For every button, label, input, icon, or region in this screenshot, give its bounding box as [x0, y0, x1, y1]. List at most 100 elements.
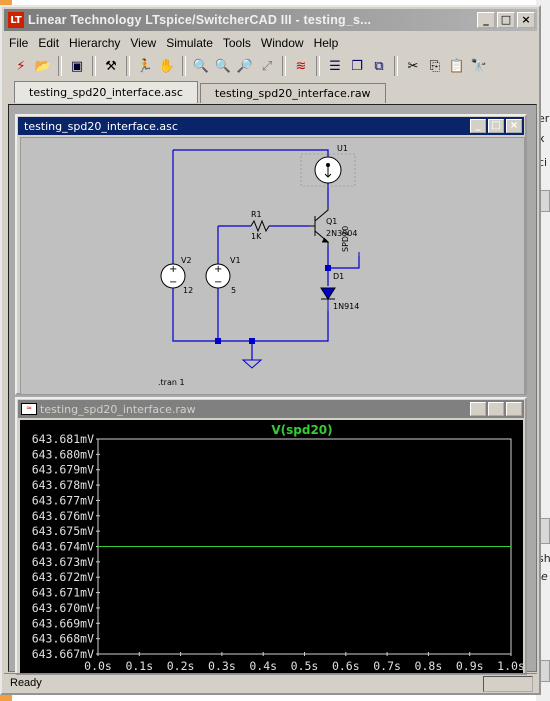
- y-tick-label: 643.676mV: [32, 509, 94, 523]
- new-schematic-icon[interactable]: ⚡: [10, 55, 32, 77]
- menu-view[interactable]: View: [125, 36, 161, 50]
- svg-text:+: +: [169, 264, 177, 275]
- maximize-button[interactable]: □: [488, 119, 504, 133]
- menu-hierarchy[interactable]: Hierarchy: [64, 36, 125, 50]
- waveform-window-icon: ≈: [21, 403, 37, 415]
- plot-settings-icon[interactable]: ≋: [290, 55, 312, 77]
- minimize-button[interactable]: _: [477, 12, 495, 28]
- x-tick-label: 0.0s: [84, 659, 112, 673]
- ltspice-window: LT Linear Technology LTspice/SwitcherCAD…: [0, 5, 541, 695]
- toolbar-separator: [394, 56, 398, 76]
- y-tick-label: 643.678mV: [32, 478, 94, 492]
- toolbar-separator: [58, 56, 62, 76]
- y-tick-label: 643.672mV: [32, 570, 94, 584]
- x-tick-label: 1.0s: [497, 659, 523, 673]
- v1-label: V1: [230, 256, 241, 265]
- tab-waveform[interactable]: testing_spd20_interface.raw: [199, 83, 386, 103]
- junction-dot: [215, 338, 221, 344]
- wire: [172, 288, 329, 342]
- menu-tools[interactable]: Tools: [218, 36, 256, 50]
- close-button[interactable]: ×: [517, 12, 535, 28]
- x-tick-label: 0.5s: [291, 659, 319, 673]
- q1-transistor-symbol: [309, 206, 330, 246]
- tile-horizontal-icon[interactable]: ☰: [324, 55, 346, 77]
- x-tick-label: 0.6s: [332, 659, 360, 673]
- x-tick-label: 0.7s: [373, 659, 401, 673]
- toolbar-separator: [182, 56, 186, 76]
- tile-vertical-icon[interactable]: ⧉: [368, 55, 390, 77]
- schematic-drawing: + − + −: [160, 149, 360, 369]
- menu-simulate[interactable]: Simulate: [161, 36, 218, 50]
- close-button[interactable]: ×: [506, 119, 522, 133]
- x-tick-label: 0.1s: [125, 659, 153, 673]
- v1-value: 5: [231, 286, 237, 295]
- save-icon[interactable]: ▣: [66, 55, 88, 77]
- y-tick-label: 643.673mV: [32, 555, 94, 569]
- u1-label: U1: [337, 144, 348, 153]
- y-tick-label: 643.674mV: [32, 540, 94, 554]
- trace-label[interactable]: V(spd20): [271, 423, 332, 437]
- title-bar[interactable]: LT Linear Technology LTspice/SwitcherCAD…: [4, 9, 537, 31]
- find-icon[interactable]: 🔭: [468, 55, 490, 77]
- tran-directive: .tran 1: [158, 378, 185, 387]
- toolbar: ⚡ 📂 ▣ ⚒ 🏃 ✋ 🔍 🔍 🔎 ⤢ ≋ ☰ ❐ ⧉ ✂ ⎘ 📋 🔭: [4, 53, 537, 79]
- maximize-button[interactable]: □: [497, 12, 515, 28]
- open-icon[interactable]: 📂: [32, 55, 54, 77]
- toolbar-separator: [92, 56, 96, 76]
- schematic-window-title-bar[interactable]: testing_spd20_interface.asc _ □ ×: [18, 117, 524, 135]
- schematic-window-title: testing_spd20_interface.asc: [24, 119, 178, 133]
- zoom-region-icon[interactable]: 🔍: [212, 55, 234, 77]
- wire: [173, 149, 329, 157]
- menu-help[interactable]: Help: [309, 36, 344, 50]
- y-tick-label: 643.681mV: [32, 432, 94, 446]
- y-tick-label: 643.677mV: [32, 493, 94, 507]
- v1-source-symbol: + −: [205, 263, 231, 289]
- window-title: Linear Technology LTspice/SwitcherCAD II…: [28, 13, 372, 27]
- x-tick-label: 0.9s: [456, 659, 484, 673]
- r1-value: 1K: [251, 232, 262, 241]
- minimize-button[interactable]: _: [470, 402, 486, 416]
- waveform-window-title: testing_spd20_interface.raw: [40, 402, 196, 416]
- menu-file[interactable]: File: [4, 36, 33, 50]
- v2-value: 12: [183, 286, 194, 295]
- close-button[interactable]: ×: [506, 402, 522, 416]
- minimize-button[interactable]: _: [470, 119, 486, 133]
- x-tick-label: 0.8s: [415, 659, 443, 673]
- y-tick-label: 643.670mV: [32, 601, 94, 615]
- menu-window[interactable]: Window: [256, 36, 309, 50]
- cascade-icon[interactable]: ❐: [346, 55, 368, 77]
- tab-schematic[interactable]: testing_spd20_interface.asc: [14, 81, 198, 103]
- paste-icon[interactable]: 📋: [446, 55, 468, 77]
- svg-text:−: −: [169, 277, 177, 288]
- document-tabs: testing_spd20_interface.asc testing_spd2…: [14, 81, 388, 103]
- waveform-chart: V(spd20) 643.681mV643.680mV643.679mV643.…: [32, 423, 523, 673]
- hammer-icon[interactable]: ⚒: [100, 55, 122, 77]
- pan-hand-icon[interactable]: ✋: [156, 55, 178, 77]
- zoom-out-icon[interactable]: 🔎: [234, 55, 256, 77]
- menu-bar: File Edit Hierarchy View Simulate Tools …: [4, 34, 343, 52]
- d1-label: D1: [333, 272, 345, 281]
- v2-source-symbol: + −: [160, 263, 186, 289]
- waveform-window-title-bar[interactable]: ≈ testing_spd20_interface.raw _ □ ×: [18, 400, 524, 418]
- x-tick-label: 0.3s: [208, 659, 236, 673]
- schematic-canvas[interactable]: + − + − U1 R1 1K Q1 2N3904 V2 12 V1 5 D1…: [20, 137, 525, 395]
- zoom-in-icon[interactable]: 🔍: [190, 55, 212, 77]
- spd20-net-label: SPD20: [341, 225, 350, 252]
- run-icon[interactable]: 🏃: [134, 55, 156, 77]
- x-tick-label: 0.4s: [249, 659, 277, 673]
- maximize-button[interactable]: □: [488, 402, 504, 416]
- junction-dot: [325, 265, 331, 271]
- toolbar-separator: [282, 56, 286, 76]
- menu-edit[interactable]: Edit: [33, 36, 64, 50]
- ground-symbol: [241, 359, 263, 369]
- y-tick-label: 643.669mV: [32, 616, 94, 630]
- status-bar: Ready: [4, 673, 537, 692]
- r1-resistor-symbol: [250, 219, 270, 233]
- copy-icon[interactable]: ⎘: [424, 55, 446, 77]
- y-tick-label: 643.675mV: [32, 524, 94, 538]
- zoom-fit-icon[interactable]: ⤢: [256, 55, 278, 77]
- mdi-client-area: testing_spd20_interface.asc _ □ × + − + …: [8, 104, 537, 675]
- q1-label: Q1: [326, 217, 338, 226]
- waveform-plot-area[interactable]: V(spd20) 643.681mV 643.680mV 643.679mV 643.…: [20, 420, 523, 674]
- cut-icon[interactable]: ✂: [402, 55, 424, 77]
